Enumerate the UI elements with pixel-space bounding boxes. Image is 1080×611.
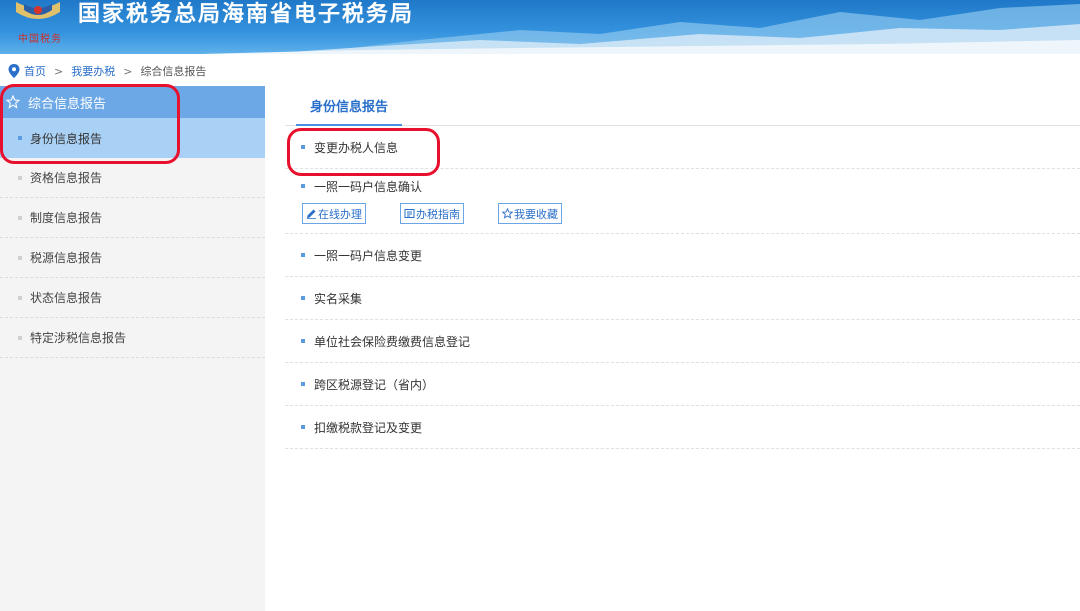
sidebar-item-label: 状态信息报告 xyxy=(30,291,103,305)
star-icon xyxy=(6,95,20,109)
sidebar-item-identity-report[interactable]: 身份信息报告 xyxy=(0,118,265,158)
bullet-icon xyxy=(301,296,305,300)
online-process-button[interactable]: 在线办理 xyxy=(302,203,366,224)
header-banner: 中国税务 国家税务总局海南省电子税务局 xyxy=(0,0,1080,54)
bullet-icon xyxy=(18,335,22,340)
guide-icon xyxy=(404,209,415,218)
list-item[interactable]: 扣缴税款登记及变更 xyxy=(285,406,1080,449)
sidebar-item-specific-tax-report[interactable]: 特定涉税信息报告 xyxy=(0,318,265,358)
item-actions: 在线办理 办税指南 我要收藏 xyxy=(285,203,1080,233)
button-label: 我要收藏 xyxy=(514,207,558,221)
bullet-icon xyxy=(301,425,305,429)
list-item[interactable]: 实名采集 xyxy=(285,277,1080,320)
bullet-icon xyxy=(18,295,22,300)
sidebar-item-label: 税源信息报告 xyxy=(30,251,103,265)
sidebar-item-qualification-report[interactable]: 资格信息报告 xyxy=(0,158,265,198)
tab-identity-report[interactable]: 身份信息报告 xyxy=(296,86,403,126)
add-favorite-button[interactable]: 我要收藏 xyxy=(498,203,562,224)
bullet-icon xyxy=(18,215,22,220)
list-item[interactable]: 一照一码户信息变更 xyxy=(285,234,1080,277)
button-label: 在线办理 xyxy=(318,207,362,221)
sidebar-title: 综合信息报告 xyxy=(28,96,107,112)
sidebar: 综合信息报告 身份信息报告 资格信息报告 制度信息报告 税源信息报告 状态信息报… xyxy=(0,86,265,611)
breadcrumb-separator: > xyxy=(123,64,133,78)
bullet-icon xyxy=(301,253,305,257)
breadcrumb-tax-service[interactable]: 我要办税 xyxy=(71,63,115,79)
sidebar-item-label: 制度信息报告 xyxy=(30,211,103,225)
main-content: 身份信息报告 变更办税人信息 一照一码户信息确认 在线办理 办税指南 我要收藏 … xyxy=(285,86,1080,611)
breadcrumb: 首页 > 我要办税 > 综合信息报告 xyxy=(8,62,206,80)
list-item[interactable]: 变更办税人信息 xyxy=(285,126,1080,169)
sidebar-header[interactable]: 综合信息报告 xyxy=(0,86,265,118)
sidebar-item-status-report[interactable]: 状态信息报告 xyxy=(0,278,265,318)
item-label: 扣缴税款登记及变更 xyxy=(314,420,423,435)
item-label: 跨区税源登记（省内） xyxy=(314,377,435,392)
breadcrumb-separator: > xyxy=(54,64,64,78)
bullet-icon xyxy=(301,382,305,386)
bullet-icon xyxy=(18,136,22,140)
sidebar-item-system-report[interactable]: 制度信息报告 xyxy=(0,198,265,238)
location-pin-icon xyxy=(8,64,20,78)
breadcrumb-home[interactable]: 首页 xyxy=(24,63,46,79)
star-outline-icon xyxy=(502,208,513,219)
bullet-icon xyxy=(301,339,305,343)
sidebar-item-label: 特定涉税信息报告 xyxy=(30,331,127,345)
bullet-icon xyxy=(18,175,22,180)
pencil-icon xyxy=(307,209,316,219)
item-label: 变更办税人信息 xyxy=(314,140,399,155)
bullet-icon xyxy=(301,184,305,188)
tax-emblem-icon xyxy=(16,2,60,19)
site-title: 国家税务总局海南省电子税务局 xyxy=(78,2,415,27)
tab-bar: 身份信息报告 xyxy=(285,86,1080,126)
sidebar-item-label: 资格信息报告 xyxy=(30,171,103,185)
item-label: 一照一码户信息变更 xyxy=(314,248,423,263)
breadcrumb-current: 综合信息报告 xyxy=(140,65,207,78)
sidebar-item-label: 身份信息报告 xyxy=(30,131,103,146)
item-label: 实名采集 xyxy=(314,291,363,306)
button-label: 办税指南 xyxy=(416,207,460,221)
bullet-icon xyxy=(301,145,305,149)
item-label: 一照一码户信息确认 xyxy=(314,179,423,194)
list-item[interactable]: 单位社会保险费缴费信息登记 xyxy=(285,320,1080,363)
tax-guide-button[interactable]: 办税指南 xyxy=(400,203,464,224)
list-item[interactable]: 跨区税源登记（省内） xyxy=(285,363,1080,406)
list-item-expanded[interactable]: 一照一码户信息确认 在线办理 办税指南 我要收藏 xyxy=(285,169,1080,234)
bullet-icon xyxy=(18,255,22,260)
item-label: 单位社会保险费缴费信息登记 xyxy=(314,334,471,349)
sidebar-item-tax-source-report[interactable]: 税源信息报告 xyxy=(0,238,265,278)
seal-text: 中国税务 xyxy=(18,34,62,45)
